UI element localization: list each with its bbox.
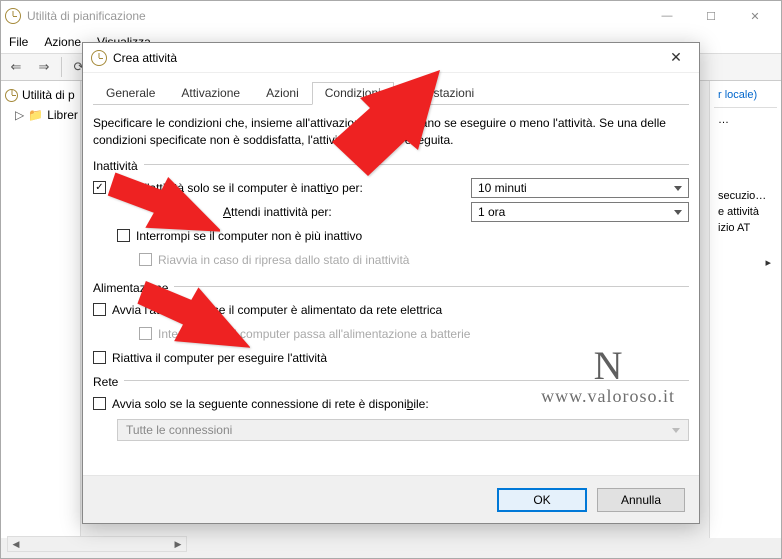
checkbox-stop-if-not-idle[interactable] bbox=[117, 229, 130, 242]
tab-azioni[interactable]: Azioni bbox=[253, 82, 312, 105]
create-task-dialog: Crea attività ✕ Generale Attivazione Azi… bbox=[82, 42, 700, 524]
tab-generale[interactable]: Generale bbox=[93, 82, 168, 105]
watermark-url: www.valoroso.it bbox=[541, 386, 675, 407]
tab-attivazione[interactable]: Attivazione bbox=[168, 82, 253, 105]
watermark: N www.valoroso.it bbox=[541, 346, 675, 407]
maximize-button[interactable]: ☐ bbox=[689, 1, 733, 31]
action-panel-header: r locale) bbox=[714, 87, 777, 103]
label-stop-on-battery: Interrompi se il computer passa all'alim… bbox=[158, 327, 470, 341]
checkbox-wake[interactable] bbox=[93, 351, 106, 364]
back-icon[interactable]: ⇐ bbox=[5, 56, 27, 78]
checkbox-stop-on-battery bbox=[139, 327, 152, 340]
clock-icon bbox=[91, 50, 107, 66]
label-restart-idle: Riavvia in caso di ripresa dallo stato d… bbox=[158, 253, 409, 267]
watermark-logo: N bbox=[541, 346, 675, 386]
ok-button[interactable]: OK bbox=[497, 488, 587, 512]
label-wait-idle: Attendi inattività per: bbox=[223, 205, 332, 219]
tree-panel: Utilità di p ▷ 📁 Librer bbox=[1, 81, 81, 538]
checkbox-network[interactable] bbox=[93, 397, 106, 410]
select-network-connection: Tutte le connessioni bbox=[117, 419, 689, 441]
group-power-label: Alimentazione bbox=[93, 281, 168, 295]
checkbox-on-ac-power[interactable] bbox=[93, 303, 106, 316]
menu-azione[interactable]: Azione bbox=[44, 35, 81, 49]
action-panel-item[interactable]: secuzio… bbox=[714, 188, 777, 204]
select-wait-idle[interactable]: 1 ora bbox=[471, 202, 689, 222]
dialog-title: Crea attività bbox=[113, 51, 177, 65]
group-network-label: Rete bbox=[93, 375, 118, 389]
label-stop-if-not-idle: Interrompi se il computer non è più inat… bbox=[136, 229, 362, 243]
tab-impostazioni[interactable]: Impostazioni bbox=[394, 82, 487, 105]
cancel-button[interactable]: Annulla bbox=[597, 488, 685, 512]
forward-icon[interactable]: ⇒ bbox=[33, 56, 55, 78]
app-icon bbox=[5, 8, 21, 24]
clock-icon bbox=[5, 89, 18, 102]
select-idle-time[interactable]: 10 minuti bbox=[471, 178, 689, 198]
label-on-ac-power: Avvia l'attività solo se il computer è a… bbox=[112, 303, 442, 317]
horizontal-scrollbar[interactable]: ◀▶ bbox=[7, 536, 187, 552]
dialog-close-button[interactable]: ✕ bbox=[661, 44, 691, 72]
label-wake: Riattiva il computer per eseguire l'atti… bbox=[112, 351, 327, 365]
minimize-button[interactable]: — bbox=[645, 1, 689, 31]
checkbox-start-if-idle[interactable] bbox=[93, 181, 106, 194]
label-network: Avvia solo se la seguente connessione di… bbox=[112, 397, 429, 411]
checkbox-restart-idle bbox=[139, 253, 152, 266]
menu-file[interactable]: File bbox=[9, 35, 28, 49]
app-title: Utilità di pianificazione bbox=[27, 9, 146, 23]
group-inactivity-label: Inattività bbox=[93, 159, 138, 173]
action-panel: r locale) … secuzio… e attività izio AT … bbox=[709, 81, 781, 538]
chevron-right-icon[interactable]: ▸ bbox=[714, 256, 777, 269]
tree-root[interactable]: Utilità di p bbox=[5, 85, 76, 105]
action-panel-item[interactable]: … bbox=[714, 112, 777, 128]
label-start-if-idle: Avvia l'attività solo se il computer è i… bbox=[112, 181, 363, 195]
tree-child[interactable]: ▷ 📁 Librer bbox=[5, 105, 76, 125]
description-text: Specificare le condizioni che, insieme a… bbox=[93, 115, 689, 149]
tab-strip: Generale Attivazione Azioni Condizioni I… bbox=[93, 81, 689, 105]
action-panel-item[interactable]: izio AT bbox=[714, 220, 777, 236]
tab-condizioni[interactable]: Condizioni bbox=[312, 82, 394, 105]
action-panel-item[interactable]: e attività bbox=[714, 204, 777, 220]
main-titlebar: Utilità di pianificazione — ☐ ✕ bbox=[1, 1, 781, 31]
close-button[interactable]: ✕ bbox=[733, 1, 777, 31]
dialog-titlebar: Crea attività ✕ bbox=[83, 43, 699, 73]
